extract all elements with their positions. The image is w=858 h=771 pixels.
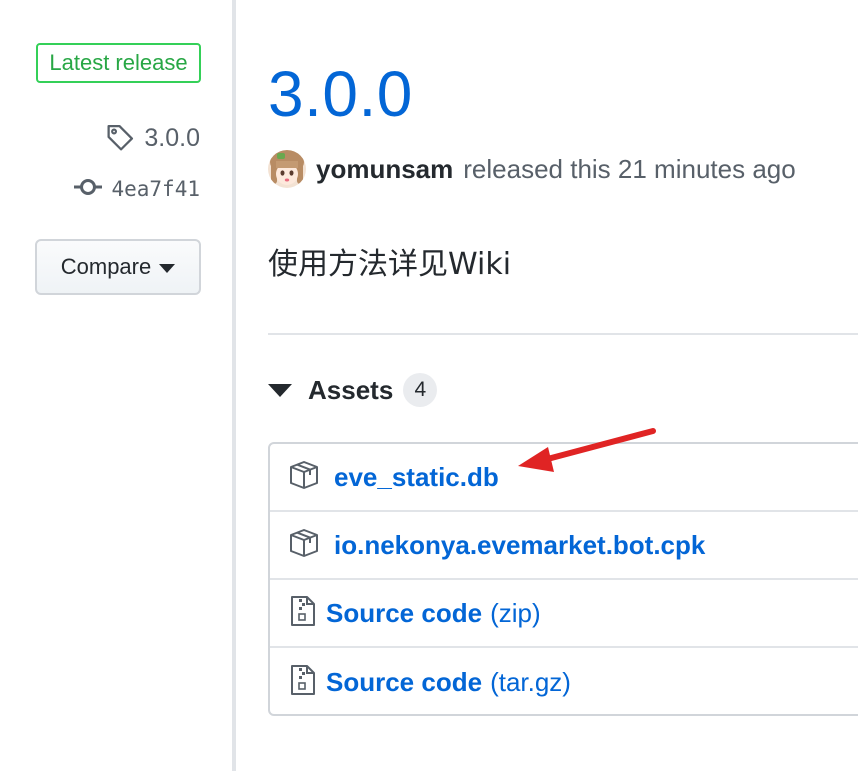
author-link[interactable]: yomunsam	[316, 154, 453, 185]
asset-row: eve_static.db	[270, 444, 858, 512]
release-page: Latest release 3.0.0 4ea7f41 Compare 3.0…	[0, 0, 858, 771]
asset-row: io.nekonya.evemarket.bot.cpk	[270, 512, 858, 580]
asset-format: (zip)	[490, 597, 541, 628]
released-time: released this 21 minutes ago	[463, 153, 796, 184]
compare-button[interactable]: Compare	[35, 239, 201, 295]
tag-name: 3.0.0	[144, 123, 200, 152]
asset-link-source-zip[interactable]: Source code (zip)	[326, 598, 541, 629]
latest-release-badge: Latest release	[36, 43, 201, 83]
assets-list: eve_static.db io.nekonya.evemarket.bot.c…	[268, 442, 858, 716]
commit-sha: 4ea7f41	[111, 177, 200, 201]
asset-name: Source code	[326, 666, 483, 697]
file-zip-icon	[290, 595, 316, 632]
asset-link-eve-static-db[interactable]: eve_static.db	[334, 462, 499, 493]
release-byline: yomunsam released this 21 minutes ago	[268, 148, 796, 190]
asset-format: (tar.gz)	[490, 666, 571, 697]
triangle-down-icon	[268, 383, 292, 397]
avatar[interactable]	[268, 150, 306, 188]
asset-link-source-targz[interactable]: Source code (tar.gz)	[326, 667, 571, 698]
asset-name: Source code	[326, 597, 483, 628]
tag-icon	[106, 124, 134, 152]
asset-row: Source code (zip)	[270, 580, 858, 648]
compare-button-label: Compare	[60, 254, 152, 279]
package-icon	[288, 460, 320, 495]
release-description: 使用方法详见Wiki	[268, 247, 512, 282]
asset-row: Source code (tar.gz)	[270, 648, 858, 714]
assets-heading: Assets	[308, 374, 394, 405]
file-zip-icon	[290, 664, 316, 701]
package-icon	[288, 528, 320, 563]
column-divider	[232, 0, 236, 771]
tag-link[interactable]: 3.0.0	[106, 118, 200, 158]
assets-count-badge: 4	[403, 373, 438, 407]
assets-toggle[interactable]: Assets 4	[268, 370, 438, 410]
release-title[interactable]: 3.0.0	[268, 50, 413, 138]
commit-link[interactable]: 4ea7f41	[73, 172, 200, 206]
asset-link-cpk[interactable]: io.nekonya.evemarket.bot.cpk	[334, 530, 705, 561]
section-divider	[268, 333, 858, 335]
commit-icon	[73, 177, 103, 202]
chevron-down-icon	[159, 263, 176, 273]
